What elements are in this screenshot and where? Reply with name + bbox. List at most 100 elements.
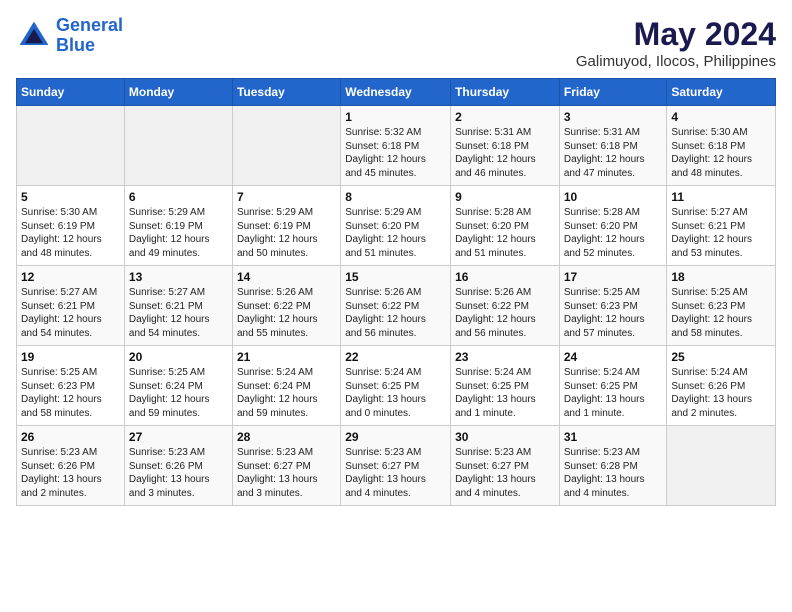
calendar-day-cell: 11 Sunrise: 5:27 AM Sunset: 6:21 PM Dayli… [667, 186, 776, 266]
weekday-header-cell: Monday [124, 79, 232, 106]
logo-text: General Blue [56, 16, 123, 56]
calendar-table: SundayMondayTuesdayWednesdayThursdayFrid… [16, 78, 776, 506]
day-number: 22 [345, 350, 446, 364]
day-info: Sunrise: 5:25 AM Sunset: 6:24 PM Dayligh… [129, 366, 228, 420]
day-number: 14 [237, 270, 336, 284]
calendar-week-row: 26 Sunrise: 5:23 AM Sunset: 6:26 PM Dayli… [17, 426, 776, 506]
day-info: Sunrise: 5:28 AM Sunset: 6:20 PM Dayligh… [564, 206, 663, 260]
calendar-day-cell [667, 426, 776, 506]
day-info: Sunrise: 5:27 AM Sunset: 6:21 PM Dayligh… [129, 286, 228, 340]
calendar-day-cell: 7Sunrise: 5:29 AM Sunset: 6:19 PM Daylig… [232, 186, 340, 266]
calendar-day-cell: 24 Sunrise: 5:24 AM Sunset: 6:25 PM Dayli… [559, 346, 667, 426]
calendar-day-cell: 5 Sunrise: 5:30 AM Sunset: 6:19 PM Daylig… [17, 186, 125, 266]
day-info: Sunrise: 5:23 AM Sunset: 6:27 PM Dayligh… [345, 446, 446, 500]
calendar-day-cell: 18 Sunrise: 5:25 AM Sunset: 6:23 PM Dayli… [667, 266, 776, 346]
calendar-day-cell: 16 Sunrise: 5:26 AM Sunset: 6:22 PM Dayli… [451, 266, 560, 346]
day-number: 28 [237, 430, 336, 444]
day-number: 10 [564, 190, 663, 204]
weekday-header-row: SundayMondayTuesdayWednesdayThursdayFrid… [17, 79, 776, 106]
day-number: 3 [564, 110, 663, 124]
calendar-day-cell: 27 Sunrise: 5:23 AM Sunset: 6:26 PM Dayli… [124, 426, 232, 506]
day-number: 24 [564, 350, 663, 364]
weekday-header-cell: Wednesday [341, 79, 451, 106]
day-number: 7 [237, 190, 336, 204]
day-info: Sunrise: 5:23 AM Sunset: 6:28 PM Dayligh… [564, 446, 663, 500]
calendar-day-cell: 22 Sunrise: 5:24 AM Sunset: 6:25 PM Dayli… [341, 346, 451, 426]
day-number: 4 [671, 110, 771, 124]
calendar-day-cell [124, 106, 232, 186]
day-number: 30 [455, 430, 555, 444]
day-number: 19 [21, 350, 120, 364]
day-info: Sunrise: 5:27 AM Sunset: 6:21 PM Dayligh… [671, 206, 771, 260]
day-info: Sunrise: 5:24 AM Sunset: 6:26 PM Dayligh… [671, 366, 771, 420]
calendar-day-cell: 25 Sunrise: 5:24 AM Sunset: 6:26 PM Dayli… [667, 346, 776, 426]
day-number: 15 [345, 270, 446, 284]
day-number: 8 [345, 190, 446, 204]
weekday-header-cell: Sunday [17, 79, 125, 106]
calendar-day-cell: 31 Sunrise: 5:23 AM Sunset: 6:28 PM Dayli… [559, 426, 667, 506]
day-number: 23 [455, 350, 555, 364]
calendar-day-cell: 6Sunrise: 5:29 AM Sunset: 6:19 PM Daylig… [124, 186, 232, 266]
day-info: Sunrise: 5:26 AM Sunset: 6:22 PM Dayligh… [345, 286, 446, 340]
calendar-day-cell: 15 Sunrise: 5:26 AM Sunset: 6:22 PM Dayli… [341, 266, 451, 346]
day-number: 2 [455, 110, 555, 124]
day-number: 31 [564, 430, 663, 444]
day-info: Sunrise: 5:31 AM Sunset: 6:18 PM Dayligh… [455, 126, 555, 180]
calendar-day-cell: 9Sunrise: 5:28 AM Sunset: 6:20 PM Daylig… [451, 186, 560, 266]
day-info: Sunrise: 5:23 AM Sunset: 6:27 PM Dayligh… [455, 446, 555, 500]
day-info: Sunrise: 5:25 AM Sunset: 6:23 PM Dayligh… [564, 286, 663, 340]
calendar-day-cell: 29 Sunrise: 5:23 AM Sunset: 6:27 PM Dayli… [341, 426, 451, 506]
day-number: 29 [345, 430, 446, 444]
logo-line1: General [56, 15, 123, 35]
day-number: 13 [129, 270, 228, 284]
calendar-day-cell: 28 Sunrise: 5:23 AM Sunset: 6:27 PM Dayli… [232, 426, 340, 506]
day-info: Sunrise: 5:23 AM Sunset: 6:26 PM Dayligh… [129, 446, 228, 500]
day-info: Sunrise: 5:24 AM Sunset: 6:24 PM Dayligh… [237, 366, 336, 420]
calendar-day-cell: 4 Sunrise: 5:30 AM Sunset: 6:18 PM Daylig… [667, 106, 776, 186]
day-number: 17 [564, 270, 663, 284]
month-year: May 2024 [576, 16, 776, 53]
day-number: 18 [671, 270, 771, 284]
logo: General Blue [16, 16, 123, 56]
day-number: 20 [129, 350, 228, 364]
location: Galimuyod, Ilocos, Philippines [576, 53, 776, 70]
logo-icon [16, 18, 52, 54]
day-info: Sunrise: 5:23 AM Sunset: 6:26 PM Dayligh… [21, 446, 120, 500]
day-info: Sunrise: 5:26 AM Sunset: 6:22 PM Dayligh… [455, 286, 555, 340]
day-number: 1 [345, 110, 446, 124]
logo-line2: Blue [56, 35, 95, 55]
day-number: 5 [21, 190, 120, 204]
day-number: 25 [671, 350, 771, 364]
day-info: Sunrise: 5:25 AM Sunset: 6:23 PM Dayligh… [671, 286, 771, 340]
day-info: Sunrise: 5:30 AM Sunset: 6:18 PM Dayligh… [671, 126, 771, 180]
calendar-day-cell: 13 Sunrise: 5:27 AM Sunset: 6:21 PM Dayli… [124, 266, 232, 346]
day-number: 21 [237, 350, 336, 364]
day-number: 16 [455, 270, 555, 284]
calendar-day-cell: 20 Sunrise: 5:25 AM Sunset: 6:24 PM Dayli… [124, 346, 232, 426]
day-number: 11 [671, 190, 771, 204]
day-info: Sunrise: 5:30 AM Sunset: 6:19 PM Dayligh… [21, 206, 120, 260]
calendar-body: 1Sunrise: 5:32 AM Sunset: 6:18 PM Daylig… [17, 106, 776, 506]
day-info: Sunrise: 5:24 AM Sunset: 6:25 PM Dayligh… [345, 366, 446, 420]
weekday-header-cell: Friday [559, 79, 667, 106]
calendar-week-row: 5 Sunrise: 5:30 AM Sunset: 6:19 PM Daylig… [17, 186, 776, 266]
day-number: 9 [455, 190, 555, 204]
calendar-day-cell: 23 Sunrise: 5:24 AM Sunset: 6:25 PM Dayli… [451, 346, 560, 426]
day-info: Sunrise: 5:23 AM Sunset: 6:27 PM Dayligh… [237, 446, 336, 500]
calendar-day-cell: 12Sunrise: 5:27 AM Sunset: 6:21 PM Dayli… [17, 266, 125, 346]
day-number: 26 [21, 430, 120, 444]
calendar-day-cell: 17 Sunrise: 5:25 AM Sunset: 6:23 PM Dayli… [559, 266, 667, 346]
weekday-header-cell: Tuesday [232, 79, 340, 106]
weekday-header-cell: Saturday [667, 79, 776, 106]
calendar-day-cell [232, 106, 340, 186]
day-info: Sunrise: 5:24 AM Sunset: 6:25 PM Dayligh… [564, 366, 663, 420]
day-info: Sunrise: 5:26 AM Sunset: 6:22 PM Dayligh… [237, 286, 336, 340]
day-number: 27 [129, 430, 228, 444]
day-info: Sunrise: 5:25 AM Sunset: 6:23 PM Dayligh… [21, 366, 120, 420]
day-info: Sunrise: 5:24 AM Sunset: 6:25 PM Dayligh… [455, 366, 555, 420]
calendar-week-row: 19 Sunrise: 5:25 AM Sunset: 6:23 PM Dayli… [17, 346, 776, 426]
calendar-day-cell: 19 Sunrise: 5:25 AM Sunset: 6:23 PM Dayli… [17, 346, 125, 426]
calendar-day-cell: 1Sunrise: 5:32 AM Sunset: 6:18 PM Daylig… [341, 106, 451, 186]
calendar-day-cell: 8Sunrise: 5:29 AM Sunset: 6:20 PM Daylig… [341, 186, 451, 266]
weekday-header-cell: Thursday [451, 79, 560, 106]
